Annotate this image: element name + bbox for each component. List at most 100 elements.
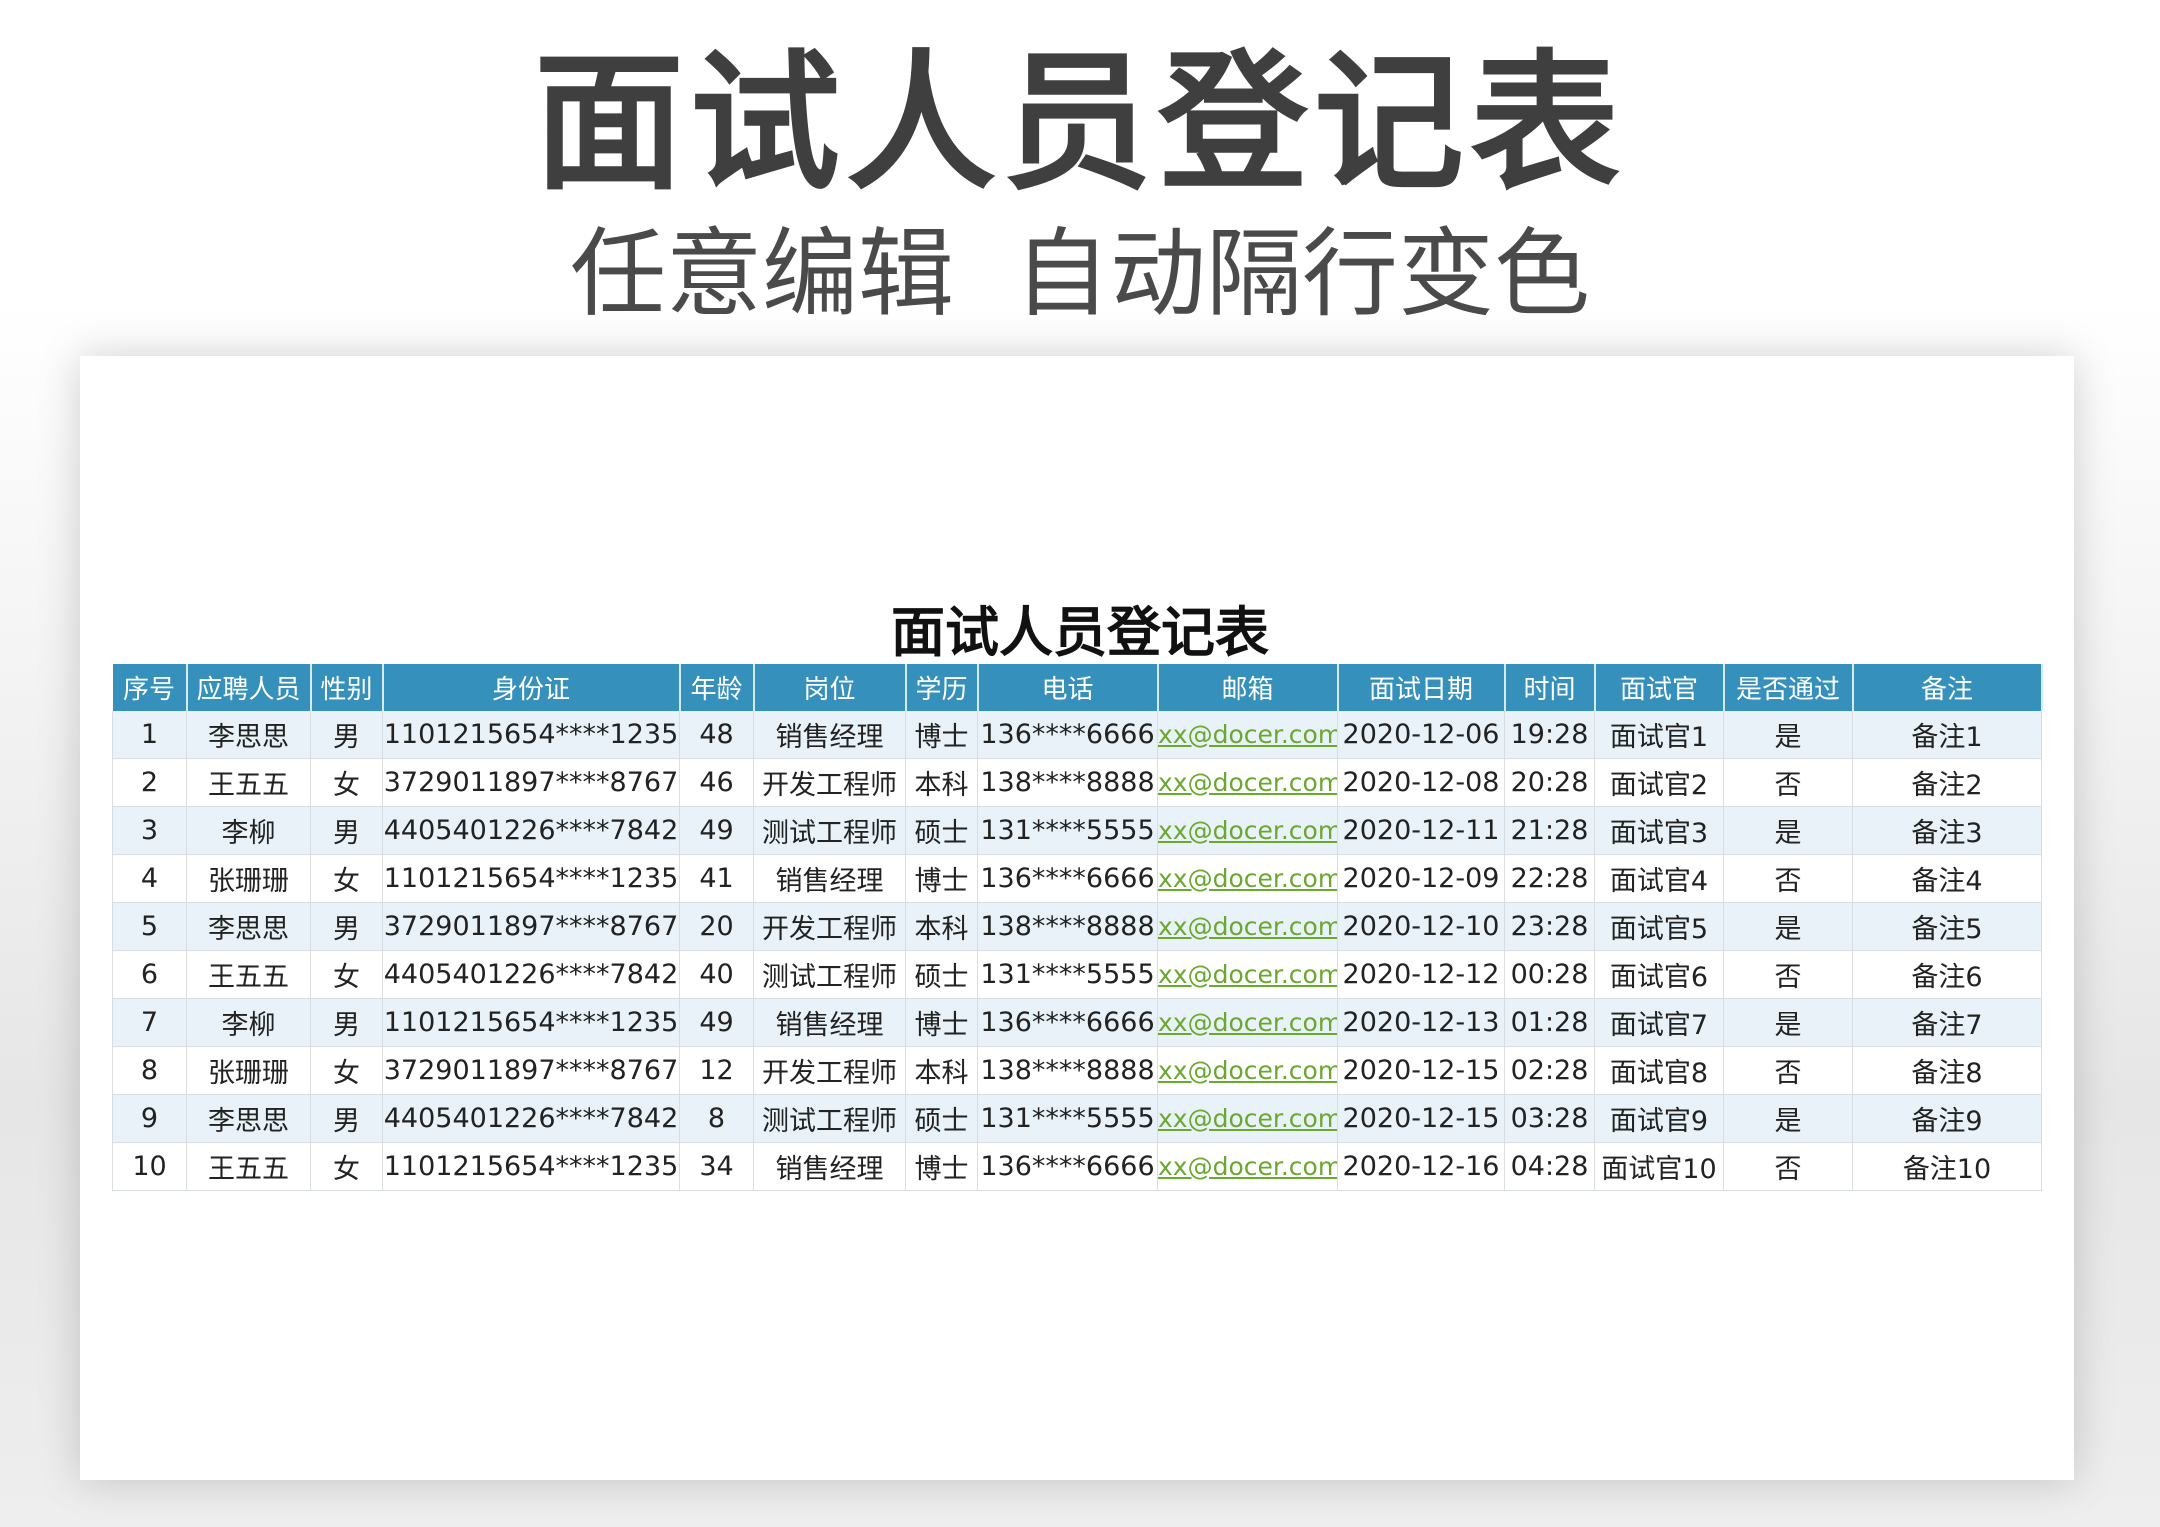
cell-interviewer: 面试官2 <box>1594 758 1724 807</box>
cell-email[interactable]: xx@docer.com <box>1157 1142 1338 1191</box>
header-row: 序号 应聘人员 性别 身份证 年龄 岗位 学历 电话 邮箱 面试日期 时间 面试官 是否通过 备注 <box>112 664 2043 711</box>
cell-id-card: 4405401226****7842 <box>382 806 680 855</box>
cell-phone: 138****8888 <box>977 758 1158 807</box>
table-row: 4 张珊珊女 1101215654****1235 41 销售经理 博士 136****66… <box>112 854 2042 903</box>
cell-interviewer: 面试官10 <box>1594 1142 1724 1191</box>
cell-phone: 131****5555 <box>977 950 1158 999</box>
cell-interviewer: 面试官6 <box>1594 950 1724 999</box>
cell-position: 测试工程师 <box>753 806 906 855</box>
cell-id-card: 1101215654****1235 <box>382 854 680 903</box>
header-col-remark[interactable]: 备注 <box>1852 664 2043 711</box>
hero-subtitle-part1: 任意编辑 <box>570 218 954 330</box>
cell-education: 博士 <box>905 854 978 903</box>
cell-email[interactable]: xx@docer.com <box>1157 950 1338 999</box>
cell-email[interactable]: xx@docer.com <box>1157 1046 1338 1095</box>
cell-position: 销售经理 <box>753 998 906 1047</box>
cell-email[interactable]: xx@docer.com <box>1157 998 1338 1047</box>
cell-interview-date: 2020-12-12 <box>1337 950 1505 999</box>
cell-time: 02:28 <box>1504 1046 1595 1095</box>
cell-seq: 8 <box>112 1046 187 1095</box>
cell-id-card: 1101215654****1235 <box>382 998 680 1047</box>
cell-gender: 男 <box>310 711 383 759</box>
cell-position: 销售经理 <box>753 1142 906 1191</box>
cell-time: 01:28 <box>1504 998 1595 1047</box>
cell-remark: 备注1 <box>1852 711 2042 759</box>
header-col-interview-date[interactable]: 面试日期 <box>1337 664 1506 711</box>
header-col-interviewer[interactable]: 面试官 <box>1594 664 1725 711</box>
cell-time: 19:28 <box>1504 711 1595 759</box>
cell-applicant: 李思思 <box>186 902 311 951</box>
cell-gender: 女 <box>310 1142 383 1191</box>
cell-education: 本科 <box>905 902 978 951</box>
cell-age: 49 <box>679 806 754 855</box>
header-col-passed[interactable]: 是否通过 <box>1723 664 1854 711</box>
cell-age: 48 <box>679 711 754 759</box>
cell-applicant: 李柳 <box>186 806 311 855</box>
cell-email[interactable]: xx@docer.com <box>1157 902 1338 951</box>
cell-age: 12 <box>679 1046 754 1095</box>
cell-passed: 否 <box>1723 1142 1853 1191</box>
cell-interviewer: 面试官7 <box>1594 998 1724 1047</box>
cell-interviewer: 面试官8 <box>1594 1046 1724 1095</box>
header-col-id-card[interactable]: 身份证 <box>382 664 681 711</box>
cell-gender: 男 <box>310 902 383 951</box>
cell-applicant: 王五五 <box>186 950 311 999</box>
cell-remark: 备注2 <box>1852 758 2042 807</box>
cell-time: 04:28 <box>1504 1142 1595 1191</box>
header-col-phone[interactable]: 电话 <box>977 664 1159 711</box>
header-col-seq[interactable]: 序号 <box>112 664 188 711</box>
cell-passed: 是 <box>1723 711 1853 759</box>
cell-passed: 是 <box>1723 1094 1853 1143</box>
cell-gender: 女 <box>310 854 383 903</box>
cell-seq: 9 <box>112 1094 187 1143</box>
cell-email[interactable]: xx@docer.com <box>1157 711 1338 759</box>
cell-phone: 131****5555 <box>977 1094 1158 1143</box>
cell-phone: 138****8888 <box>977 902 1158 951</box>
table-row: 9 李思思男 4405401226****7842 8 测试工程师 硕士 131****55… <box>112 1094 2042 1143</box>
cell-email[interactable]: xx@docer.com <box>1157 806 1338 855</box>
cell-passed: 是 <box>1723 806 1853 855</box>
cell-remark: 备注6 <box>1852 950 2042 999</box>
table-row: 2 王五五女 3729011897****8767 46 开发工程师 本科 138****8… <box>112 758 2042 807</box>
table-row: 6 王五五女 4405401226****7842 40 测试工程师 硕士 131****5… <box>112 950 2042 999</box>
cell-education: 博士 <box>905 711 978 759</box>
cell-education: 硕士 <box>905 950 978 999</box>
table-row: 8 张珊珊女 3729011897****8767 12 开发工程师 本科 138****8… <box>112 1046 2042 1095</box>
cell-seq: 4 <box>112 854 187 903</box>
registration-table: 序号 应聘人员 性别 身份证 年龄 岗位 学历 电话 邮箱 面试日期 时间 面试官 是否通过 备注 1 李思… <box>112 664 2043 1191</box>
cell-email[interactable]: xx@docer.com <box>1157 1094 1338 1143</box>
header-col-education[interactable]: 学历 <box>905 664 979 711</box>
cell-age: 34 <box>679 1142 754 1191</box>
cell-age: 20 <box>679 902 754 951</box>
cell-age: 46 <box>679 758 754 807</box>
header-col-applicant[interactable]: 应聘人员 <box>186 664 312 711</box>
cell-gender: 女 <box>310 1046 383 1095</box>
header-col-time[interactable]: 时间 <box>1504 664 1596 711</box>
cell-passed: 否 <box>1723 758 1853 807</box>
cell-phone: 131****5555 <box>977 806 1158 855</box>
header-col-email[interactable]: 邮箱 <box>1157 664 1339 711</box>
header-col-age[interactable]: 年龄 <box>679 664 755 711</box>
header-col-position[interactable]: 岗位 <box>753 664 907 711</box>
cell-position: 测试工程师 <box>753 950 906 999</box>
cell-education: 本科 <box>905 758 978 807</box>
header-col-gender[interactable]: 性别 <box>310 664 384 711</box>
cell-applicant: 张珊珊 <box>186 1046 311 1095</box>
cell-position: 测试工程师 <box>753 1094 906 1143</box>
table-row: 10 王五五女 1101215654****1235 34 销售经理 博士 136****6… <box>112 1142 2042 1191</box>
cell-interview-date: 2020-12-06 <box>1337 711 1505 759</box>
cell-position: 销售经理 <box>753 854 906 903</box>
cell-age: 49 <box>679 998 754 1047</box>
cell-seq: 3 <box>112 806 187 855</box>
cell-position: 开发工程师 <box>753 902 906 951</box>
cell-education: 硕士 <box>905 806 978 855</box>
cell-remark: 备注10 <box>1852 1142 2042 1191</box>
cell-passed: 否 <box>1723 1046 1853 1095</box>
cell-applicant: 王五五 <box>186 758 311 807</box>
cell-email[interactable]: xx@docer.com <box>1157 758 1338 807</box>
cell-phone: 136****6666 <box>977 711 1158 759</box>
cell-age: 41 <box>679 854 754 903</box>
table-body: 1 李思思男 1101215654****1235 48 销售经理 博士 136****66… <box>112 711 2042 1191</box>
cell-remark: 备注5 <box>1852 902 2042 951</box>
cell-email[interactable]: xx@docer.com <box>1157 854 1338 903</box>
